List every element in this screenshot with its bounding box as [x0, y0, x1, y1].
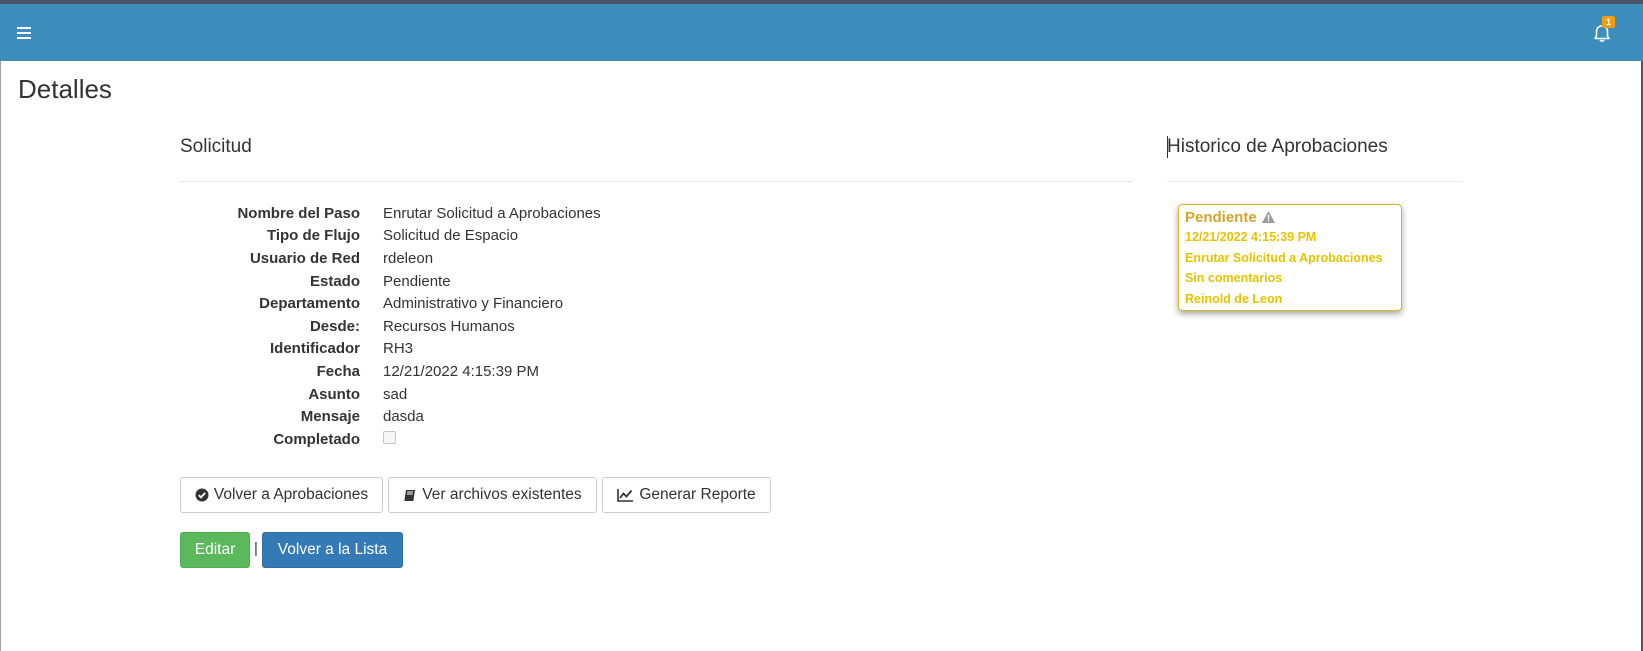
detail-label: Tipo de Flujo	[266, 227, 360, 245]
detail-label: Identificador	[269, 340, 360, 358]
editar-label: Editar	[194, 541, 236, 558]
detail-row-completado: Completado	[180, 428, 880, 451]
detail-value: Administrativo y Financiero	[383, 295, 564, 313]
check-circle-icon	[195, 488, 209, 502]
detail-value	[383, 430, 396, 448]
detail-value: dasda	[383, 408, 424, 426]
volver-aprobaciones-button[interactable]: Volver a Aprobaciones	[180, 477, 383, 513]
page-title: Detalles	[18, 74, 112, 104]
line-chart-icon	[617, 489, 634, 502]
detail-label: Desde:	[309, 317, 360, 335]
detail-row-mensaje: Mensaje dasda	[180, 405, 880, 428]
detail-label: Estado	[309, 272, 360, 290]
detail-value: 12/21/2022 4:15:39 PM	[383, 362, 539, 380]
approval-history-card: Pendiente 12/21/2022 4:15:39 PM Enrutar …	[1178, 204, 1402, 311]
solicitud-section-title: Solicitud	[180, 136, 252, 157]
completado-checkbox[interactable]	[383, 430, 396, 444]
detail-label: Mensaje	[300, 408, 360, 426]
detail-row-usuario-red: Usuario de Red rdeleon	[180, 247, 880, 270]
detail-value: Solicitud de Espacio	[383, 227, 519, 245]
detail-row-departamento: Departamento Administrativo y Financiero	[180, 292, 880, 315]
detail-label: Departamento	[259, 295, 360, 313]
detail-value: Pendiente	[383, 272, 451, 290]
warning-icon	[1261, 211, 1275, 223]
history-step: Enrutar Solicitud a Aprobaciones	[1185, 250, 1383, 265]
notification-count-badge: 1	[1602, 16, 1615, 28]
detail-label: Nombre del Paso	[237, 204, 360, 222]
history-comment: Sin comentarios	[1185, 271, 1283, 285]
volver-lista-label: Volver a la Lista	[277, 541, 388, 558]
historico-divider	[1167, 181, 1463, 182]
ver-archivos-label: Ver archivos existentes	[422, 486, 582, 503]
history-status-text: Pendiente	[1185, 208, 1257, 226]
historico-section-title: Historico de Aprobaciones	[1167, 136, 1388, 157]
window-left-border	[0, 61, 1, 651]
detail-row-tipo-flujo: Tipo de Flujo Solicitud de Espacio	[180, 225, 880, 248]
generar-reporte-label: Generar Reporte	[639, 486, 756, 503]
detail-label: Fecha	[316, 362, 360, 380]
generar-reporte-button[interactable]: Generar Reporte	[602, 477, 771, 513]
button-separator: |	[254, 540, 258, 557]
top-navbar: 1	[0, 4, 1643, 61]
volver-lista-button[interactable]: Volver a la Lista	[262, 532, 403, 568]
detail-value: Enrutar Solicitud a Aprobaciones	[383, 204, 601, 222]
detail-row-identificador: Identificador RH3	[180, 338, 880, 361]
detail-value: sad	[383, 385, 408, 403]
hamburger-icon[interactable]	[12, 21, 38, 45]
detail-row-desde: Desde: Recursos Humanos	[180, 315, 880, 338]
history-date: 12/21/2022 4:15:39 PM	[1185, 230, 1317, 244]
detail-label: Completado	[273, 430, 360, 448]
detail-row-asunto: Asunto sad	[180, 383, 880, 406]
history-status: Pendiente	[1185, 207, 1395, 227]
book-icon	[404, 490, 416, 501]
volver-aprobaciones-label: Volver a Aprobaciones	[213, 486, 369, 503]
detail-row-fecha: Fecha 12/21/2022 4:15:39 PM	[180, 360, 880, 383]
solicitud-details-list: Nombre del Paso Enrutar Solicitud a Apro…	[180, 202, 880, 451]
ver-archivos-button[interactable]: Ver archivos existentes	[388, 477, 597, 513]
history-user: Reinold de Leon	[1185, 291, 1283, 306]
detail-row-estado: Estado Pendiente	[180, 270, 880, 293]
detail-value: rdeleon	[383, 249, 434, 267]
detail-label: Usuario de Red	[249, 249, 360, 267]
detail-value: RH3	[383, 340, 414, 358]
detail-value: Recursos Humanos	[383, 317, 515, 335]
detail-label: Asunto	[308, 385, 360, 403]
editar-button[interactable]: Editar	[180, 532, 250, 568]
detail-row-nombre-paso: Nombre del Paso Enrutar Solicitud a Apro…	[180, 202, 880, 225]
solicitud-divider	[180, 181, 1133, 182]
